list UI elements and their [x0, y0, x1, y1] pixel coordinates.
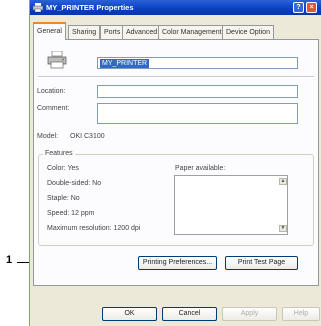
- scroll-down-arrow-icon[interactable]: ▼: [279, 225, 287, 232]
- apply-button[interactable]: Apply: [222, 307, 277, 321]
- printer-properties-dialog: MY_PRINTER Properties ? × General Sharin…: [29, 0, 321, 326]
- ok-button[interactable]: OK: [102, 307, 157, 321]
- tab-sharing[interactable]: Sharing: [68, 25, 101, 39]
- scroll-up-arrow-icon[interactable]: ▲: [279, 178, 287, 185]
- feature-staple: Staple: No: [47, 195, 80, 202]
- printer-name-value: MY_PRINTER: [100, 59, 150, 68]
- tab-general[interactable]: General: [33, 22, 66, 40]
- comment-input[interactable]: [97, 103, 298, 124]
- printer-large-icon: [47, 51, 67, 69]
- feature-speed: Speed: 12 ppm: [47, 210, 95, 217]
- cancel-button[interactable]: Cancel: [162, 307, 217, 321]
- feature-max-resolution: Maximum resolution: 1200 dpi: [47, 225, 141, 232]
- features-title: Features: [43, 150, 75, 157]
- tab-color-management[interactable]: Color Management: [158, 25, 226, 39]
- title-help-button[interactable]: ?: [293, 2, 304, 13]
- model-label: Model:: [37, 133, 59, 140]
- general-tab-panel: MY_PRINTER Location: Comment: Model: OKI…: [33, 39, 319, 286]
- printer-icon: [33, 3, 43, 12]
- paper-available-label: Paper available:: [175, 165, 226, 172]
- comment-label: Comment:: [37, 105, 70, 112]
- close-button[interactable]: ×: [306, 2, 317, 13]
- window-title: MY_PRINTER Properties: [46, 3, 134, 12]
- tab-ports[interactable]: Ports: [100, 25, 125, 39]
- tab-device-option[interactable]: Device Option: [222, 25, 274, 39]
- feature-double-sided: Double-sided: No: [47, 180, 102, 187]
- help-button[interactable]: Help: [282, 307, 320, 321]
- location-input[interactable]: [97, 85, 298, 98]
- model-value: OKI C3100: [70, 133, 105, 140]
- separator: [38, 76, 314, 78]
- paper-available-list[interactable]: ▲ ▼: [174, 175, 288, 235]
- printer-name-input[interactable]: MY_PRINTER: [97, 57, 298, 69]
- print-test-page-button[interactable]: Print Test Page: [225, 256, 298, 270]
- printing-preferences-button[interactable]: Printing Preferences...: [138, 256, 217, 270]
- title-bar[interactable]: MY_PRINTER Properties ? ×: [30, 0, 321, 15]
- tab-advanced[interactable]: Advanced: [122, 25, 162, 39]
- location-label: Location:: [37, 88, 66, 95]
- feature-color: Color: Yes: [47, 165, 79, 172]
- callout-number: 1: [6, 254, 13, 266]
